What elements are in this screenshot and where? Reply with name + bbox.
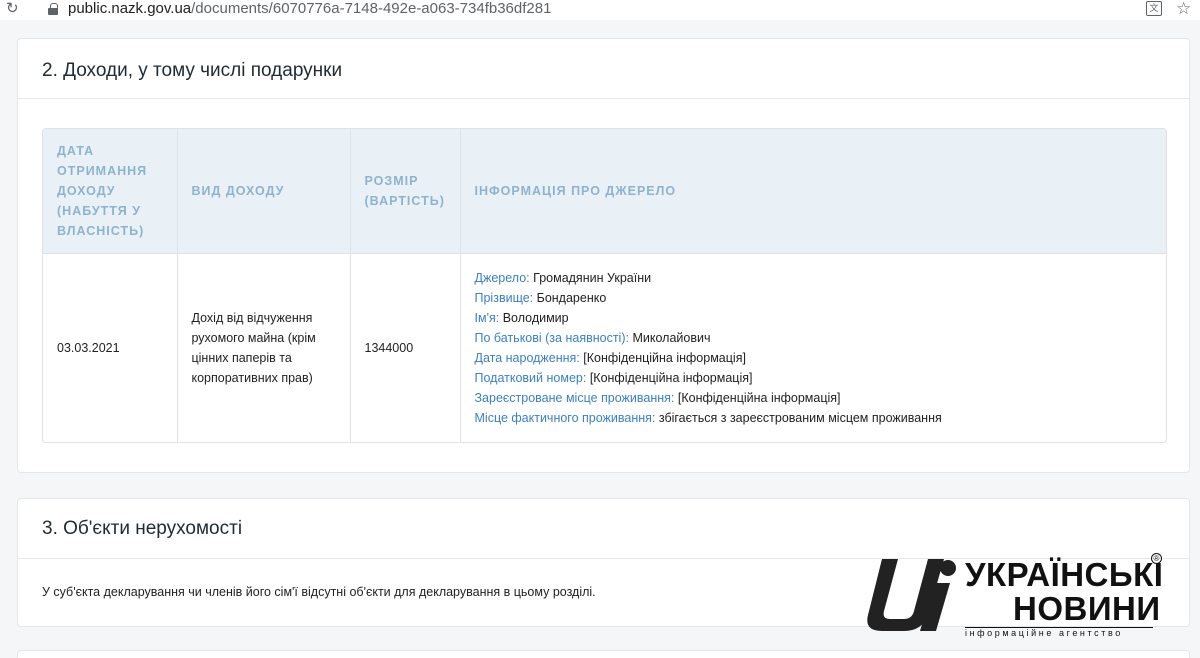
registered-address-label: Зареєстроване місце проживання: <box>474 390 675 405</box>
header-income-type: ВИД ДОХОДУ <box>177 129 351 253</box>
patronymic-label: По батькові (за наявності): <box>474 330 629 345</box>
actual-address-label: Місце фактичного проживання: <box>474 410 656 425</box>
income-table: ДАТА ОТРИМАННЯ ДОХОДУ (НАБУТТЯ У ВЛАСНІС… <box>42 128 1167 443</box>
registered-address-value: [Конфіденційна інформація] <box>677 390 841 405</box>
surname-value: Бондаренко <box>536 290 607 305</box>
registered-mark: ® <box>1151 553 1162 564</box>
bookmark-star-icon[interactable]: ☆ <box>1176 0 1191 19</box>
actual-address-value: збігається з зареєстрованим місцем прожи… <box>658 410 942 425</box>
birthdate-label: Дата народження: <box>474 350 580 365</box>
logo-name-line1: УКРАЇНСЬКІ <box>965 556 1164 593</box>
cell-date: 03.03.2021 <box>43 252 178 442</box>
tax-number-value: [Конфіденційна інформація] <box>589 370 753 385</box>
section-title-income: 2. Доходи, у тому числі подарунки <box>42 60 343 81</box>
reload-icon[interactable]: ↻ <box>6 0 19 18</box>
divider <box>18 98 1189 99</box>
firstname-line: Ім'я: Володимир <box>475 308 1153 328</box>
birthdate-line: Дата народження: [Конфіденційна інформац… <box>475 348 1153 368</box>
income-section-card: 2. Доходи, у тому числі подарунки ДАТА О… <box>17 38 1190 473</box>
table-header-row: ДАТА ОТРИМАННЯ ДОХОДУ (НАБУТТЯ У ВЛАСНІС… <box>43 129 1166 253</box>
source-label: Джерело: <box>474 270 530 285</box>
cell-income-type: Дохід від відчуження рухомого майна (крі… <box>177 252 351 442</box>
header-date: ДАТА ОТРИМАННЯ ДОХОДУ (НАБУТТЯ У ВЛАСНІС… <box>43 129 178 253</box>
cell-amount: 1344000 <box>350 252 461 442</box>
logo-mark-icon <box>867 559 956 631</box>
browser-toolbar: ↻ public.nazk.gov.ua/documents/6070776a-… <box>0 0 1200 20</box>
address-bar[interactable]: public.nazk.gov.ua/documents/6070776a-71… <box>68 0 551 18</box>
patronymic-value: Миколайович <box>632 330 711 345</box>
patronymic-line: По батькові (за наявності): Миколайович <box>475 328 1153 348</box>
url-host: public.nazk.gov.ua <box>68 0 192 17</box>
cell-source-info: Джерело: Громадянин України Прізвище: Бо… <box>460 252 1166 442</box>
watermark-logo: УКРАЇНСЬКІ НОВИНИ ® інформаційне агентст… <box>864 550 1164 645</box>
section-title-real-estate: 3. Об'єкти нерухомості <box>42 518 243 539</box>
source-value: Громадянин України <box>533 270 652 285</box>
empty-section-note: У суб'єкта декларування чи членів його с… <box>42 585 596 599</box>
lock-icon[interactable] <box>48 3 58 15</box>
header-source-info: ІНФОРМАЦІЯ ПРО ДЖЕРЕЛО <box>474 183 677 198</box>
firstname-value: Володимир <box>502 310 569 325</box>
firstname-label: Ім'я: <box>474 310 500 325</box>
tax-number-label: Податковий номер: <box>474 370 587 385</box>
translate-icon[interactable]: 文 <box>1146 1 1162 16</box>
registered-address-line: Зареєстроване місце проживання: [Конфіде… <box>475 388 1153 408</box>
birthdate-value: [Конфіденційна інформація] <box>583 350 746 365</box>
logo-tagline: інформаційне агентство <box>965 628 1123 638</box>
source-line: Джерело: Громадянин України <box>475 268 1153 288</box>
actual-address-line: Місце фактичного проживання: збігається … <box>475 408 1153 428</box>
logo-name-line2: НОВИНИ <box>1013 590 1161 627</box>
surname-label: Прізвище: <box>474 290 534 305</box>
tax-number-line: Податковий номер: [Конфіденційна інформа… <box>475 368 1153 388</box>
table-row: 03.03.2021 Дохід від відчуження рухомого… <box>43 252 1166 442</box>
surname-line: Прізвище: Бондаренко <box>475 288 1153 308</box>
next-section-card <box>17 650 1190 658</box>
header-amount: РОЗМІР (ВАРТІСТЬ) <box>350 129 461 253</box>
url-path: /documents/6070776a-7148-492e-a063-734fb… <box>191 0 552 17</box>
